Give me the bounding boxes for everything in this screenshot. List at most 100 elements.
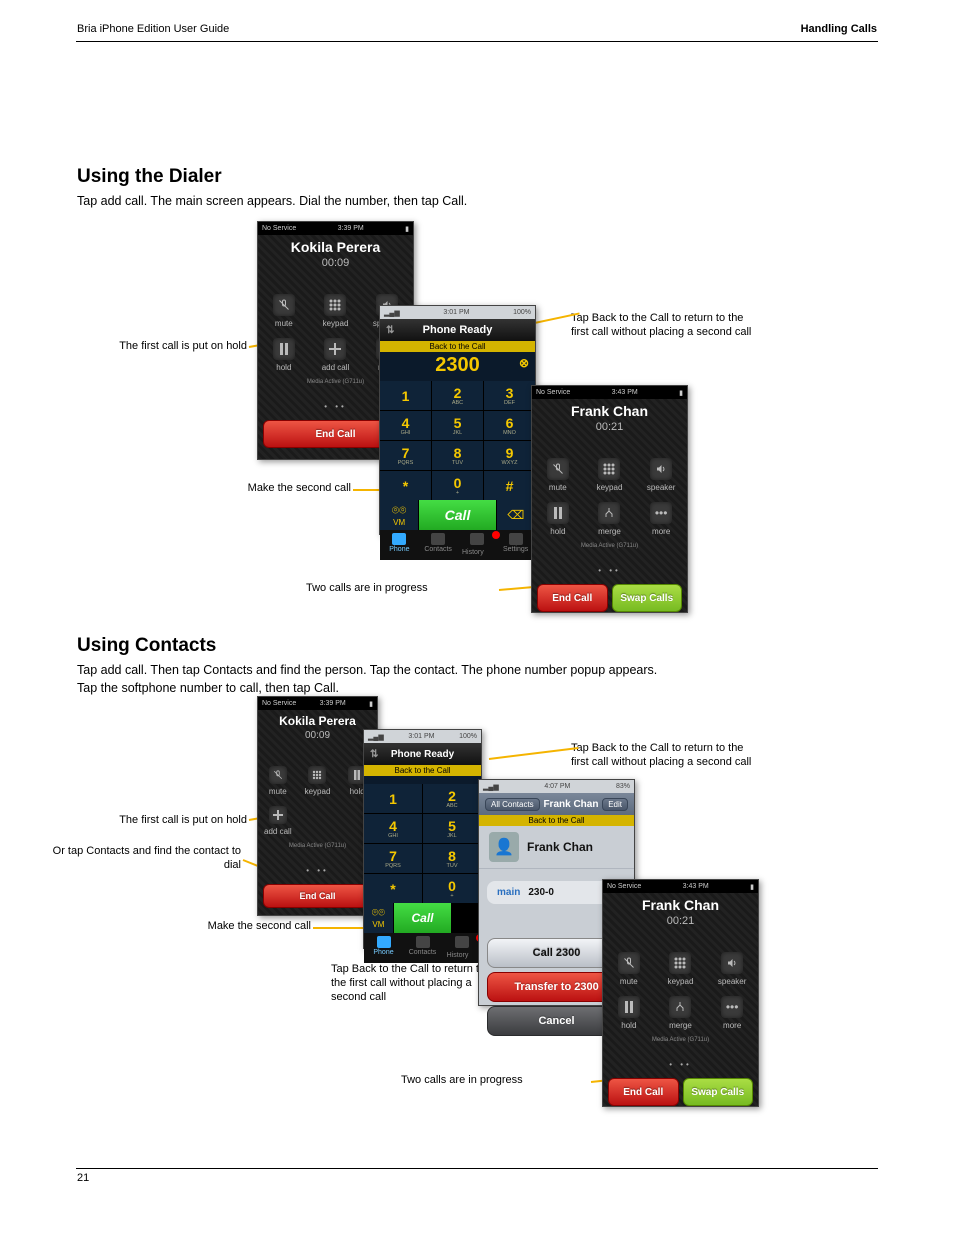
call-button[interactable]: Call	[394, 903, 452, 933]
swap-calls-button[interactable]: Swap Calls	[683, 1078, 754, 1106]
swap-calls-button[interactable]: Swap Calls	[612, 584, 683, 612]
keypad-button[interactable]: keypad	[584, 453, 636, 497]
callout-two-calls: Two calls are in progress	[306, 581, 496, 595]
mute-button[interactable]: mute	[258, 761, 298, 801]
hold-button[interactable]: hold	[603, 991, 655, 1035]
callout-line	[489, 747, 579, 760]
more-button[interactable]: •••more	[635, 497, 687, 541]
end-call-button[interactable]: End Call	[537, 584, 608, 612]
key-3[interactable]: 3DEF	[484, 381, 535, 410]
hold-button[interactable]: hold	[258, 333, 310, 377]
page-number: 21	[77, 1172, 89, 1184]
keypad-button[interactable]: keypad	[655, 947, 707, 991]
battery-text: 100%	[459, 733, 477, 740]
tab-contacts[interactable]: Contacts	[419, 530, 458, 560]
callout-hold-2: The first call is put on hold	[57, 813, 247, 827]
tab-phone[interactable]: Phone	[364, 933, 403, 963]
status-bar: No Service 3:39 PM ▮	[258, 697, 377, 710]
tab-settings[interactable]: Settings	[496, 530, 535, 560]
add-call-button[interactable]: add call	[258, 801, 298, 841]
end-call-button[interactable]: End Call	[608, 1078, 679, 1106]
header-left: Bria iPhone Edition User Guide	[77, 23, 229, 35]
status-bar: No Service 3:43 PM ▮	[603, 880, 758, 893]
more-button[interactable]: •••more	[706, 991, 758, 1035]
key-hash[interactable]: #	[484, 471, 535, 500]
reorder-icon[interactable]: ⇅	[386, 325, 394, 336]
key-7[interactable]: 7PQRS	[380, 441, 431, 470]
mute-button[interactable]: mute	[532, 453, 584, 497]
back-contacts-button[interactable]: All Contacts	[485, 798, 540, 811]
number-value: 230-0	[528, 887, 554, 898]
key-7[interactable]: 7PQRS	[364, 844, 422, 873]
keypad-button[interactable]: keypad	[298, 761, 338, 801]
key-1[interactable]: 1	[364, 784, 422, 813]
carrier-text: No Service	[262, 225, 296, 232]
page: Bria iPhone Edition User Guide Handling …	[0, 0, 954, 1235]
status-bar: No Service 3:39 PM ▮	[258, 222, 413, 235]
key-0[interactable]: 0+	[432, 471, 483, 500]
contact-name: Frank Chan	[527, 840, 593, 854]
mute-button[interactable]: mute	[603, 947, 655, 991]
callout-contacts: Or tap Contacts and find the contact to …	[51, 844, 241, 872]
key-1[interactable]: 1	[380, 381, 431, 410]
contact-header: All Contacts Frank Chan Edit	[479, 793, 634, 815]
key-star[interactable]: *	[380, 471, 431, 500]
status-bar: ▂▄▆ 3:01 PM 100%	[364, 730, 481, 743]
section-heading-contacts: Using Contacts	[77, 635, 216, 657]
callout-make-second-2: Make the second call	[121, 919, 311, 933]
merge-button[interactable]: merge	[655, 991, 707, 1035]
tab-history[interactable]: History	[458, 530, 497, 560]
phone-incall-kokila-2: No Service 3:39 PM ▮ Kokila Perera 00:09…	[257, 696, 378, 916]
clock-text: 4:07 PM	[544, 783, 570, 790]
status-bar: No Service 3:43 PM ▮	[532, 386, 687, 399]
key-5[interactable]: 5JKL	[423, 814, 481, 843]
keypad: 1 2ABC 3DEF 4GHI 5JKL 6MNO 7PQRS 8TUV 9W…	[380, 381, 535, 500]
mute-button[interactable]: mute	[258, 289, 310, 333]
merge-button[interactable]: merge	[584, 497, 636, 541]
key-6[interactable]: 6MNO	[484, 411, 535, 440]
tab-history[interactable]: History	[442, 933, 481, 963]
call-timer: 00:09	[258, 728, 377, 761]
hold-button[interactable]: hold	[532, 497, 584, 541]
back-to-call-bar[interactable]: Back to the Call	[479, 815, 634, 826]
callout-back-to-call-2: Tap Back to the Call to return to the fi…	[571, 741, 761, 769]
call-timer: 00:21	[532, 419, 687, 453]
keypad-button[interactable]: keypad	[310, 289, 362, 333]
callout-back-to-call: Tap Back to the Call to return to the fi…	[571, 311, 761, 339]
page-dots: • ••	[532, 551, 687, 579]
number-label: main	[497, 887, 520, 898]
key-9[interactable]: 9WXYZ	[484, 441, 535, 470]
edit-button[interactable]: Edit	[602, 798, 628, 811]
clock-text: 3:01 PM	[443, 309, 469, 316]
back-to-call-bar[interactable]: Back to the Call	[380, 341, 535, 352]
key-8[interactable]: 8TUV	[423, 844, 481, 873]
add-call-button[interactable]: add call	[310, 333, 362, 377]
reorder-icon[interactable]: ⇅	[370, 749, 378, 760]
media-status: Media Active (G711u)	[603, 1035, 758, 1045]
backspace-button[interactable]: ⌫	[497, 500, 535, 530]
voicemail-button[interactable]: ⌾⌾VM	[380, 500, 418, 530]
back-to-call-bar[interactable]: Back to the Call	[364, 765, 481, 776]
speaker-button[interactable]: speaker	[635, 453, 687, 497]
key-4[interactable]: 4GHI	[364, 814, 422, 843]
key-2[interactable]: 2ABC	[432, 381, 483, 410]
clear-icon[interactable]: ⊗	[519, 356, 529, 370]
key-5[interactable]: 5JKL	[432, 411, 483, 440]
contact-title: Frank Chan	[540, 799, 603, 810]
key-star[interactable]: *	[364, 874, 422, 903]
voicemail-button[interactable]: ⌾⌾VM	[364, 903, 393, 933]
tab-phone[interactable]: Phone	[380, 530, 419, 560]
key-8[interactable]: 8TUV	[432, 441, 483, 470]
speaker-button[interactable]: speaker	[706, 947, 758, 991]
key-2[interactable]: 2ABC	[423, 784, 481, 813]
signal-icon: ▂▄▆	[384, 309, 400, 317]
key-0[interactable]: 0+	[423, 874, 481, 903]
body-contacts-1: Tap add call. Then tap Contacts and find…	[77, 662, 757, 678]
call-button[interactable]: Call	[419, 500, 496, 530]
key-4[interactable]: 4GHI	[380, 411, 431, 440]
signal-icon: ▂▄▆	[368, 733, 384, 741]
phone-incall-frank-2: No Service 3:43 PM ▮ Frank Chan 00:21 mu…	[602, 879, 759, 1107]
phone-ready-label: Phone Ready	[391, 749, 454, 760]
end-call-button[interactable]: End Call	[263, 884, 372, 908]
tab-contacts[interactable]: Contacts	[403, 933, 442, 963]
